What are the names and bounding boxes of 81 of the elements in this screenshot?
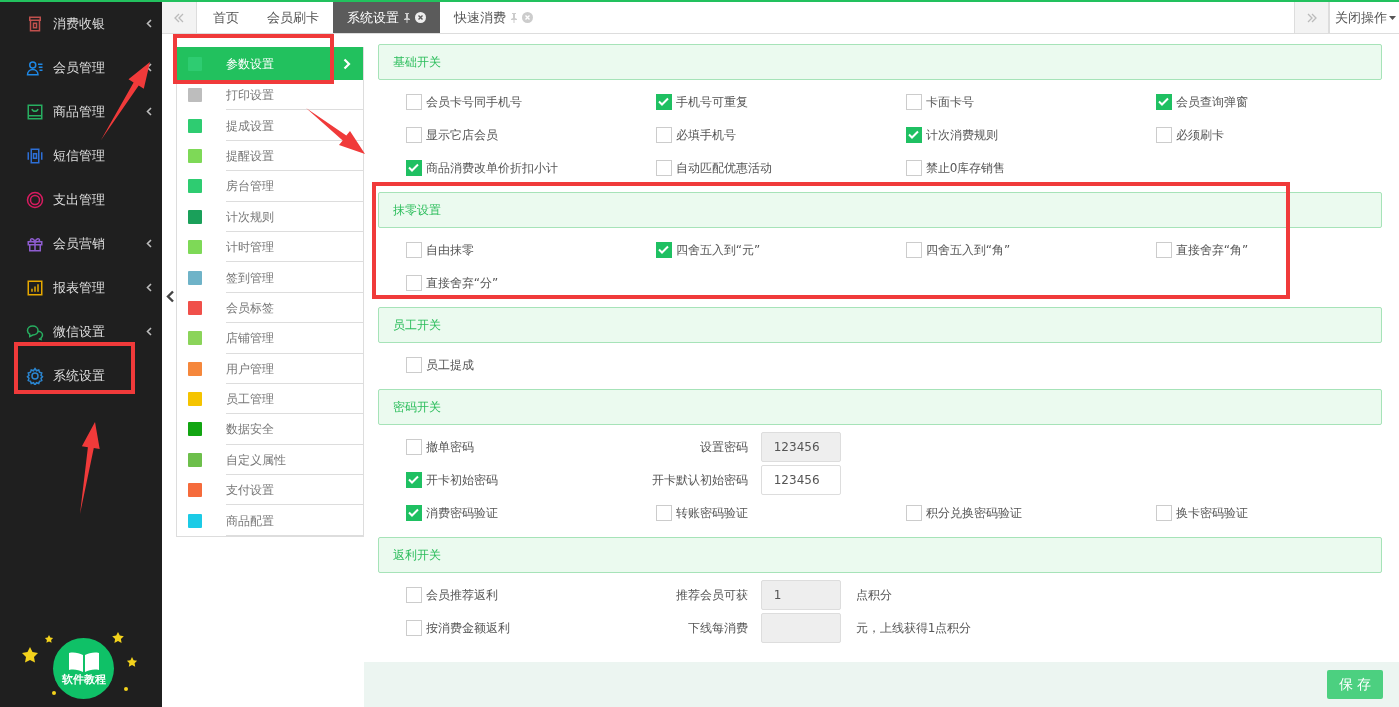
submenu-item[interactable]: 计次规则 bbox=[177, 201, 363, 232]
check-icon bbox=[658, 245, 670, 254]
submenu-item[interactable]: 用户管理 bbox=[177, 353, 363, 384]
double-chevron-left-icon bbox=[173, 11, 185, 24]
submenu-item[interactable]: 店铺管理 bbox=[177, 323, 363, 354]
pin-icon bbox=[404, 12, 410, 23]
book-icon bbox=[66, 650, 101, 673]
annotation-arrow bbox=[306, 108, 365, 154]
submenu-item[interactable]: 提醒设置 bbox=[177, 140, 363, 172]
checkbox-option[interactable]: 撤单密码 bbox=[405, 437, 656, 456]
sidebar-item[interactable]: 微信设置 bbox=[0, 310, 162, 354]
checkbox-option[interactable]: 按消费金额返利 bbox=[405, 618, 656, 637]
submenu-item[interactable]: 会员标签 bbox=[177, 292, 363, 324]
checkbox-option[interactable]: 手机号可重复 bbox=[655, 92, 906, 111]
scroll-right-button[interactable] bbox=[1294, 2, 1329, 33]
scroll-left-button[interactable] bbox=[162, 2, 197, 33]
checkbox-option[interactable]: 四舍五入到“角” bbox=[905, 240, 1156, 259]
checkbox-option[interactable]: 四舍五入到“元” bbox=[655, 240, 906, 259]
checkbox-option[interactable]: 禁止0库存销售 bbox=[905, 158, 1156, 177]
section-header: 返利开关 bbox=[377, 537, 1382, 573]
field-label: 开卡默认初始密码 bbox=[650, 471, 749, 489]
collapse-icon[interactable] bbox=[166, 290, 175, 303]
checkbox-option[interactable]: 直接舍弃“角” bbox=[1155, 240, 1399, 259]
checkbox-option[interactable]: 自由抹零 bbox=[405, 240, 656, 259]
submenu-item[interactable]: 房台管理 bbox=[177, 171, 363, 202]
section-header: 抹零设置 bbox=[377, 192, 1382, 228]
checkbox-option[interactable]: 必须刷卡 bbox=[1155, 125, 1399, 144]
section-header: 员工开关 bbox=[377, 307, 1382, 343]
caret-icon bbox=[1389, 15, 1396, 21]
checkbox-option[interactable]: 会员卡号同手机号 bbox=[405, 92, 656, 111]
submenu-item[interactable]: 支付设置 bbox=[177, 475, 363, 506]
check-icon bbox=[908, 130, 920, 139]
section-header: 基础开关 bbox=[377, 44, 1382, 80]
submenu-item[interactable]: 员工管理 bbox=[177, 383, 363, 415]
pin-icon bbox=[511, 12, 517, 23]
sidebar-item[interactable]: 短信管理 bbox=[0, 134, 162, 178]
field-suffix: 元，上线获得1点积分 bbox=[855, 619, 972, 637]
checkbox-option[interactable]: 会员查询弹窗 bbox=[1155, 92, 1399, 111]
checkbox-option[interactable]: 直接舍弃“分” bbox=[405, 273, 656, 292]
check-icon bbox=[408, 163, 420, 172]
close-tabs-menu[interactable]: 关闭操作 bbox=[1329, 2, 1399, 33]
tab[interactable]: 系统设置 bbox=[333, 2, 440, 33]
checkbox-option[interactable]: 自动匹配优惠活动 bbox=[655, 158, 906, 177]
submenu-item[interactable]: 计时管理 bbox=[177, 231, 363, 263]
sidebar-item[interactable]: 支出管理 bbox=[0, 178, 162, 222]
double-chevron-right-icon bbox=[1305, 11, 1318, 24]
sidebar-item[interactable]: 商品管理 bbox=[0, 90, 162, 134]
checkbox-option[interactable]: 显示它店会员 bbox=[405, 125, 656, 144]
tutorial-label: 软件教程 bbox=[61, 673, 106, 687]
sidebar-item[interactable]: 消费收银 bbox=[0, 2, 162, 46]
chevron-icon bbox=[342, 57, 351, 70]
checkbox-option[interactable]: 商品消费改单价折扣小计 bbox=[405, 158, 656, 177]
submenu-item[interactable]: 商品配置 bbox=[177, 505, 363, 536]
checkbox-option[interactable]: 消费密码验证 bbox=[405, 503, 656, 522]
check-icon bbox=[658, 97, 670, 106]
check-icon bbox=[408, 508, 420, 517]
field-label: 下线每消费 bbox=[686, 619, 749, 637]
sidebar-item[interactable]: 报表管理 bbox=[0, 266, 162, 310]
close-icon[interactable] bbox=[415, 12, 426, 23]
section-header: 密码开关 bbox=[377, 389, 1382, 425]
input-field[interactable]: 123456 bbox=[760, 464, 841, 495]
sidebar-item[interactable]: 会员营销 bbox=[0, 222, 162, 266]
checkbox-option[interactable]: 计次消费规则 bbox=[905, 125, 1156, 144]
submenu-item[interactable]: 自定义属性 bbox=[177, 444, 363, 476]
checkbox-option[interactable]: 转账密码验证 bbox=[655, 503, 906, 522]
checkbox-option[interactable]: 积分兑换密码验证 bbox=[905, 503, 1156, 522]
checkbox-option[interactable]: 必填手机号 bbox=[655, 125, 906, 144]
field-suffix: 点积分 bbox=[855, 586, 892, 604]
check-icon bbox=[1158, 97, 1170, 106]
submenu-item[interactable]: 数据安全 bbox=[177, 414, 363, 445]
submenu-item[interactable]: 打印设置 bbox=[177, 80, 363, 111]
sidebar-item[interactable]: 系统设置 bbox=[0, 354, 162, 398]
field-label: 设置密码 bbox=[698, 438, 749, 456]
submenu-item[interactable]: 签到管理 bbox=[177, 262, 363, 293]
check-icon bbox=[408, 475, 420, 484]
checkbox-option[interactable]: 会员推荐返利 bbox=[405, 585, 656, 604]
checkbox-option[interactable]: 员工提成 bbox=[405, 355, 656, 374]
sidebar-item[interactable]: 会员管理 bbox=[0, 46, 162, 90]
field-label: 推荐会员可获 bbox=[674, 586, 749, 604]
checkbox-option[interactable]: 换卡密码验证 bbox=[1155, 503, 1399, 522]
checkbox-option[interactable]: 卡面卡号 bbox=[905, 92, 1156, 111]
